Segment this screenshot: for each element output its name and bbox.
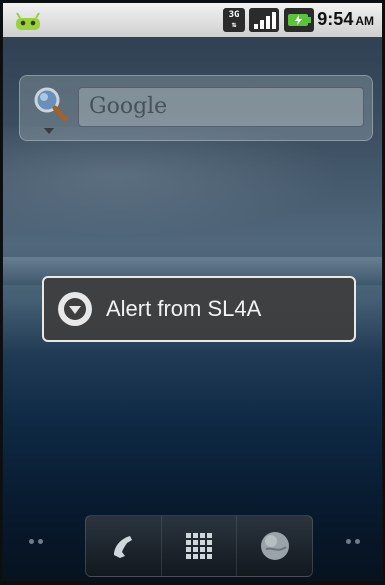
chevron-down-icon[interactable] bbox=[44, 128, 54, 134]
right-page-indicator[interactable] bbox=[346, 539, 366, 549]
network-type-badge: 3G ⇅ bbox=[223, 8, 245, 32]
page-dot bbox=[29, 539, 34, 544]
page-dot bbox=[355, 539, 360, 544]
page-dot bbox=[38, 539, 43, 544]
page-dot bbox=[346, 539, 351, 544]
toast-message: Alert from SL4A bbox=[106, 296, 262, 321]
app-drawer-icon bbox=[186, 533, 212, 559]
android-notification-icon bbox=[16, 12, 40, 30]
wallpaper-clouds bbox=[3, 127, 382, 247]
time-value: 9:54 bbox=[317, 9, 354, 29]
phone-icon bbox=[114, 536, 133, 558]
status-time: 9:54 AM bbox=[317, 9, 374, 30]
signal-strength-icon bbox=[249, 8, 279, 32]
app-drawer-button[interactable] bbox=[162, 516, 238, 576]
network-type-label: 3G bbox=[228, 10, 240, 20]
google-search-widget[interactable]: Google bbox=[19, 75, 373, 141]
alert-icon bbox=[58, 292, 92, 326]
left-page-indicator[interactable] bbox=[29, 539, 49, 549]
phone-screen: 3G ⇅ 9:54 AM Google Alert from SL4A bbox=[2, 2, 383, 581]
browser-globe-icon bbox=[260, 532, 289, 560]
status-bar[interactable]: 3G ⇅ 9:54 AM bbox=[3, 3, 382, 37]
search-input[interactable]: Google bbox=[78, 87, 364, 127]
phone-button[interactable] bbox=[86, 516, 162, 576]
browser-button[interactable] bbox=[237, 516, 312, 576]
search-icon[interactable] bbox=[30, 84, 70, 128]
battery-charging-icon bbox=[284, 8, 314, 32]
home-dock bbox=[85, 515, 313, 577]
time-ampm: AM bbox=[355, 14, 374, 28]
toast-notification: Alert from SL4A bbox=[42, 276, 356, 342]
